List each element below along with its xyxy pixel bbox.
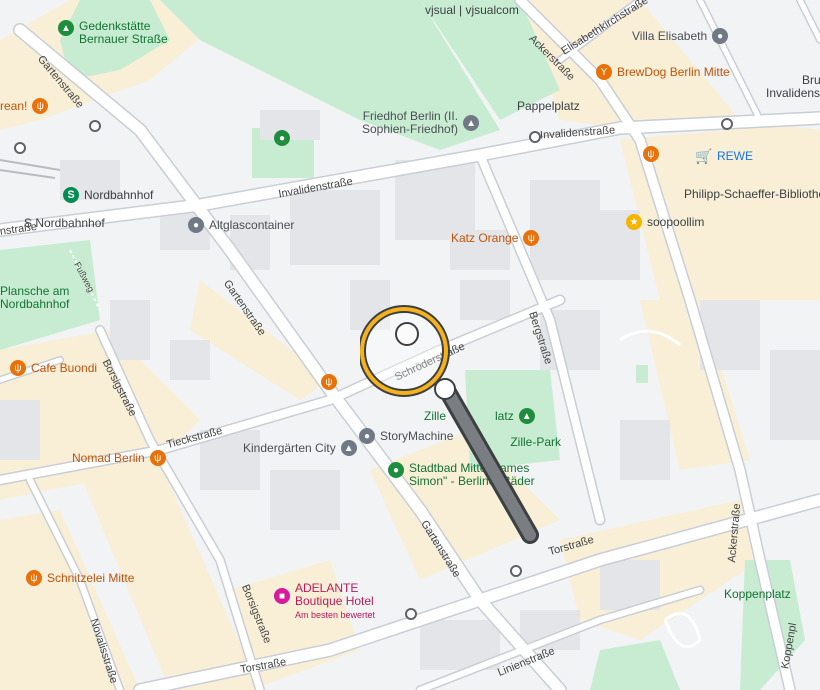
cocktail-icon: Y <box>596 64 612 80</box>
poi-villa-elisabeth[interactable]: Villa Elisabeth ● <box>632 28 729 44</box>
poi-schnitzelei-label: Schnitzelei Mitte <box>47 570 135 585</box>
poi-s-nordbahnhof[interactable]: S Nordbahnhof <box>24 217 105 230</box>
poi-koppenplatz[interactable]: Koppenplatz <box>724 588 791 601</box>
magnifier-cursor[interactable] <box>360 305 540 555</box>
poi-friedhof-line1: Friedhof Berlin (II. <box>362 109 459 123</box>
map-canvas[interactable]: Gartenstraße Invalidenstraße Invalidenst… <box>0 0 820 690</box>
poi-adelante-line1: ADELANTE <box>295 581 359 595</box>
poi-plansche[interactable]: Plansche am Nordbahnhof <box>0 285 69 311</box>
poi-bru-label: BruInvalidenstra <box>766 74 820 100</box>
restaurant-icon: ψ <box>32 98 49 114</box>
poi-altglascontainer[interactable]: ● Altglascontainer <box>188 217 294 233</box>
poi-gedenkstaette-label: Gedenkstätte Bernauer Straße <box>79 20 168 46</box>
hotel-icon: ■ <box>274 588 290 604</box>
poi-rewe-label: REWE <box>717 148 753 163</box>
poi-katz-orange[interactable]: Katz Orange ψ <box>451 230 540 246</box>
poi-gedenkstaette-line2: Bernauer Straße <box>79 32 168 46</box>
poi-schnitzelei[interactable]: ψ Schnitzelei Mitte <box>26 570 134 586</box>
poi-friedhof[interactable]: Friedhof Berlin (II. Sophien-Friedhof) ▲ <box>362 110 480 136</box>
poi-friedhof-line2: Sophien-Friedhof) <box>362 122 459 136</box>
shopping-cart-icon: 🛒 <box>695 147 713 164</box>
poi-restaurant-gartenstrasse[interactable]: ψ <box>321 374 337 390</box>
poi-brean[interactable]: rean! ψ <box>0 98 49 114</box>
restaurant-icon: ψ <box>149 450 166 466</box>
poi-adelante-label: ADELANTE Boutique Hotel Am besten bewertet <box>295 582 375 622</box>
poi-vjsual-label: vjsual | vjsualcom <box>425 3 519 17</box>
poi-green-marker[interactable]: ● <box>274 130 290 146</box>
poi-philipp-schaeffer[interactable]: Philipp-Schaeffer-Bibliothek <box>684 188 820 201</box>
restaurant-icon: ψ <box>321 374 337 390</box>
recycling-icon: ● <box>188 217 204 233</box>
poi-philipp-schaeffer-label: Philipp-Schaeffer-Bibliothek <box>684 187 820 201</box>
poi-rewe[interactable]: 🛒 REWE <box>695 147 753 164</box>
poi-plansche-line2: Nordbahnhof <box>0 297 70 311</box>
landmark-icon: ● <box>712 28 729 44</box>
poi-brewdog-label: BrewDog Berlin Mitte <box>617 64 730 79</box>
magnifier-handle-fill <box>439 381 536 541</box>
poi-adelante-rating: Am besten bewertet <box>295 610 376 620</box>
poi-villa-elisabeth-label: Villa Elisabeth <box>632 28 708 43</box>
poi-nordbahnhof-label: Nordbahnhof <box>84 187 154 202</box>
restaurant-icon: ψ <box>523 230 540 246</box>
poi-plansche-line1: Plansche am <box>0 284 70 298</box>
school-icon: ▲ <box>340 440 357 456</box>
poi-nordbahnhof[interactable]: S Nordbahnhof <box>63 187 153 203</box>
poi-restaurant-invaliden[interactable]: ψ <box>643 146 659 162</box>
location-icon: ● <box>274 130 290 146</box>
poi-bru-line2: Invalidenstra <box>766 86 820 100</box>
star-icon: ★ <box>626 214 642 230</box>
poi-katz-orange-label: Katz Orange <box>451 230 519 245</box>
poi-vjsual[interactable]: vjsual | vjsualcom <box>425 4 519 17</box>
magnifier-joint <box>434 378 456 400</box>
s-bahn-icon: S <box>63 187 79 203</box>
tree-icon: ▲ <box>58 20 74 36</box>
restaurant-icon: ψ <box>10 360 26 376</box>
poi-pappelplatz[interactable]: Pappelplatz <box>517 100 580 113</box>
poi-adelante[interactable]: ■ ADELANTE Boutique Hotel Am besten bewert… <box>274 582 375 622</box>
poi-plansche-label: Plansche am Nordbahnhof <box>0 285 69 311</box>
memorial-icon: ▲ <box>463 115 480 131</box>
poi-soopoollim-label: soopoollim <box>647 214 705 229</box>
poi-brewdog[interactable]: Y BrewDog Berlin Mitte <box>596 64 730 80</box>
poi-bru-line1: Bru <box>802 73 820 87</box>
poi-gedenkstaette[interactable]: ▲ Gedenkstätte Bernauer Straße <box>58 20 168 46</box>
poi-koppenplatz-label: Koppenplatz <box>724 587 791 601</box>
poi-s-nordbahnhof-label: S Nordbahnhof <box>24 216 105 230</box>
poi-adelante-line2: Boutique Hotel <box>295 594 374 608</box>
poi-cafe-buondi-label: Cafe Buondi <box>31 360 98 375</box>
poi-brean-label: rean! <box>0 98 28 113</box>
poi-altglascontainer-label: Altglascontainer <box>209 217 295 232</box>
poi-nomad-berlin-label: Nomad Berlin <box>72 450 145 465</box>
poi-cafe-buondi[interactable]: ψ Cafe Buondi <box>10 360 97 376</box>
magnifier-glint <box>395 322 419 346</box>
poi-bru[interactable]: BruInvalidenstra <box>766 74 820 100</box>
poi-kindergaerten[interactable]: Kindergärten City ▲ <box>243 440 357 456</box>
poi-kindergaerten-label: Kindergärten City <box>243 440 336 455</box>
restaurant-icon: ψ <box>26 570 42 586</box>
poi-friedhof-label: Friedhof Berlin (II. Sophien-Friedhof) <box>362 110 458 136</box>
restaurant-icon: ψ <box>643 146 659 162</box>
poi-gedenkstaette-line1: Gedenkstätte <box>79 19 151 33</box>
poi-pappelplatz-label: Pappelplatz <box>517 99 580 113</box>
poi-soopoollim[interactable]: ★ soopoollim <box>626 214 704 230</box>
poi-nomad-berlin[interactable]: Nomad Berlin ψ <box>72 450 166 466</box>
